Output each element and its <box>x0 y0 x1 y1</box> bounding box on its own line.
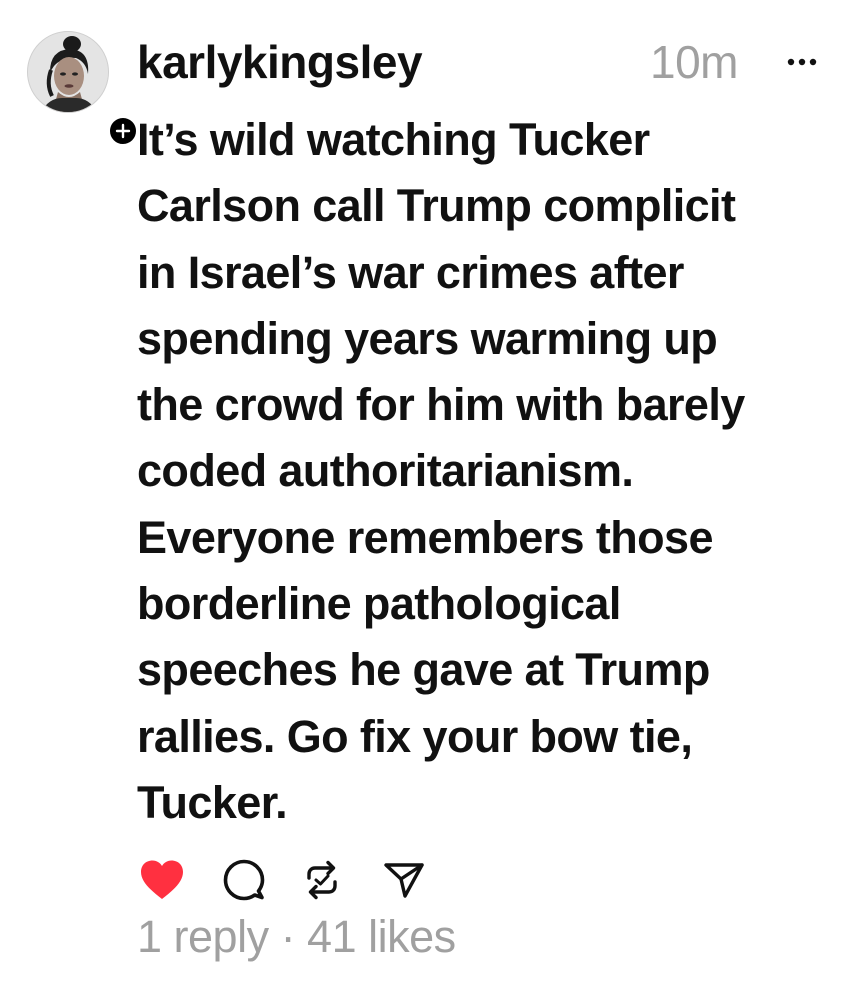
action-bar <box>137 855 457 905</box>
engagement-stats[interactable]: 1 reply · 41 likes <box>137 905 456 969</box>
post-text-line: Carlson call Trump complicit <box>137 180 736 232</box>
follow-button[interactable] <box>106 114 140 148</box>
post-text-line: Everyone remembers those <box>137 511 713 563</box>
post-text-line: the crowd for him with barely <box>137 379 745 431</box>
post-text-line: coded authoritarianism. <box>137 445 634 497</box>
avatar-container[interactable] <box>27 31 140 148</box>
avatar[interactable] <box>27 31 109 113</box>
plus-icon <box>115 123 131 139</box>
reply-button[interactable] <box>219 855 269 905</box>
username-link[interactable]: karlykingsley <box>137 30 423 94</box>
post-text-line: rallies. Go fix your bow tie, <box>137 710 693 762</box>
heart-filled-icon <box>141 860 183 899</box>
repost-button[interactable] <box>297 855 347 905</box>
post-text-line: It’s wild watching Tucker <box>137 114 650 165</box>
post-text-line: Tucker. <box>137 776 288 828</box>
post-timestamp: 10m <box>650 36 738 88</box>
avatar-image <box>28 32 108 112</box>
repost-icon <box>307 860 337 900</box>
post-text-line: speeches he gave at Trump <box>137 644 710 696</box>
comment-icon <box>223 859 265 901</box>
post: karlykingsley 10m It’s wild watching Tuc… <box>0 0 854 1000</box>
more-options-button[interactable] <box>782 52 822 72</box>
more-horizontal-icon <box>787 58 817 66</box>
share-button[interactable] <box>379 855 429 905</box>
post-text-line: spending years warming up <box>137 312 718 364</box>
post-text: It’s wild watching Tucker Carlson call T… <box>137 107 837 836</box>
send-icon <box>384 863 424 898</box>
like-button[interactable] <box>137 855 187 905</box>
post-text-line: in Israel’s war crimes after <box>137 246 684 298</box>
post-text-line: borderline pathological <box>137 578 621 630</box>
